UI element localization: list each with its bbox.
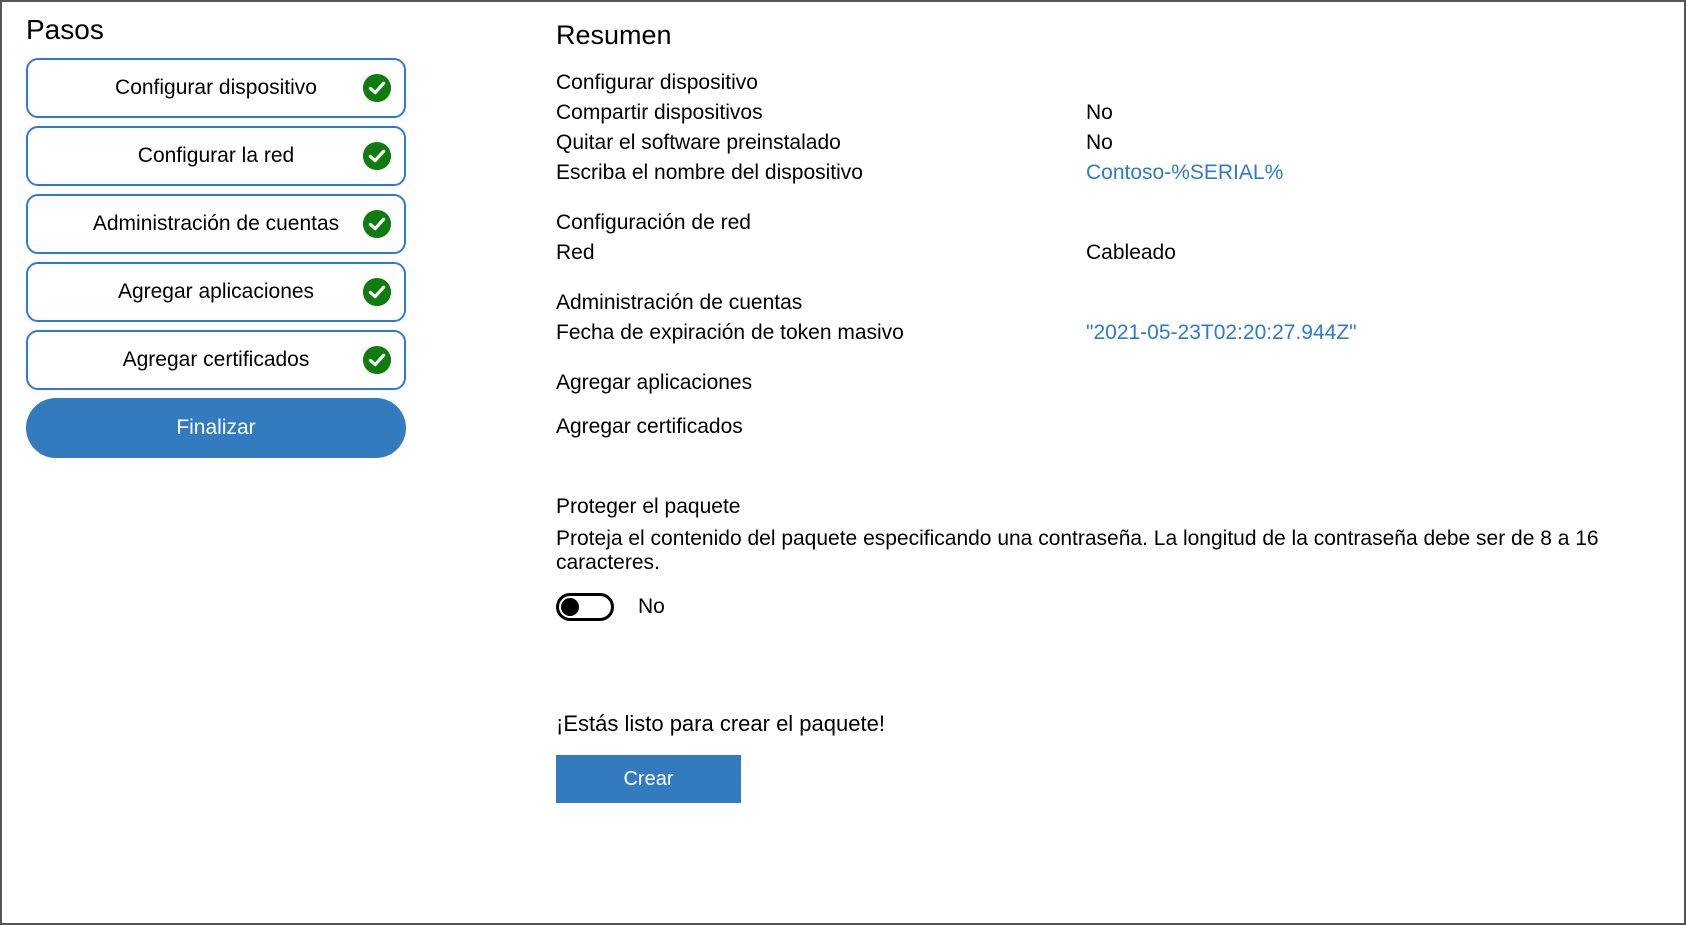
step-label: Administración de cuentas	[93, 212, 339, 236]
steps-list: Configurar dispositivo Configurar la red…	[26, 58, 406, 458]
check-icon	[362, 73, 392, 103]
token-expiration-value: "2021-05-23T02:20:27.944Z"	[1086, 321, 1357, 345]
share-devices-label: Compartir dispositivos	[556, 101, 1086, 125]
step-label: Configurar la red	[138, 144, 294, 168]
step-account-management[interactable]: Administración de cuentas	[26, 194, 406, 254]
check-icon	[362, 209, 392, 239]
step-configure-device[interactable]: Configurar dispositivo	[26, 58, 406, 118]
toggle-knob-icon	[561, 598, 579, 616]
network-row: Red Cableado	[556, 241, 1660, 265]
step-add-applications[interactable]: Agregar aplicaciones	[26, 262, 406, 322]
device-name-label: Escriba el nombre del dispositivo	[556, 161, 1086, 185]
share-devices-row: Compartir dispositivos No	[556, 101, 1660, 125]
steps-heading: Pasos	[26, 14, 406, 46]
check-icon	[362, 345, 392, 375]
share-devices-value: No	[1086, 101, 1113, 125]
protect-section-title: Proteger el paquete	[556, 495, 1660, 519]
protect-toggle-row: No	[556, 593, 1660, 621]
device-name-row: Escriba el nombre del dispositivo Contos…	[556, 161, 1660, 185]
network-value: Cableado	[1086, 241, 1176, 265]
device-name-value: Contoso-%SERIAL%	[1086, 161, 1283, 185]
step-label: Agregar certificados	[123, 348, 310, 372]
network-section-title: Configuración de red	[556, 211, 1660, 235]
add-certs-section-title: Agregar certificados	[556, 415, 1660, 439]
token-expiration-label: Fecha de expiración de token masivo	[556, 321, 1086, 345]
token-expiration-row: Fecha de expiración de token masivo "202…	[556, 321, 1660, 345]
step-configure-network[interactable]: Configurar la red	[26, 126, 406, 186]
protect-toggle[interactable]	[556, 593, 614, 621]
create-button-label: Crear	[623, 768, 673, 791]
add-apps-section-title: Agregar aplicaciones	[556, 371, 1660, 395]
summary-heading: Resumen	[556, 20, 1660, 51]
check-icon	[362, 141, 392, 171]
remove-software-row: Quitar el software preinstalado No	[556, 131, 1660, 155]
ready-text: ¡Estás listo para crear el paquete!	[556, 711, 1660, 737]
step-label: Configurar dispositivo	[115, 76, 317, 100]
remove-software-value: No	[1086, 131, 1113, 155]
step-finalize-button[interactable]: Finalizar	[26, 398, 406, 458]
step-add-certificates[interactable]: Agregar certificados	[26, 330, 406, 390]
finalize-label: Finalizar	[176, 416, 255, 440]
step-label: Agregar aplicaciones	[118, 280, 314, 304]
protect-toggle-state: No	[638, 595, 665, 619]
steps-panel: Pasos Configurar dispositivo Configurar …	[26, 14, 406, 911]
create-button[interactable]: Crear	[556, 755, 741, 803]
summary-panel: Resumen Configurar dispositivo Compartir…	[446, 14, 1660, 911]
network-label: Red	[556, 241, 1086, 265]
protect-description: Proteja el contenido del paquete especif…	[556, 527, 1660, 575]
check-icon	[362, 277, 392, 307]
device-section-title: Configurar dispositivo	[556, 71, 1660, 95]
remove-software-label: Quitar el software preinstalado	[556, 131, 1086, 155]
accounts-section-title: Administración de cuentas	[556, 291, 1660, 315]
